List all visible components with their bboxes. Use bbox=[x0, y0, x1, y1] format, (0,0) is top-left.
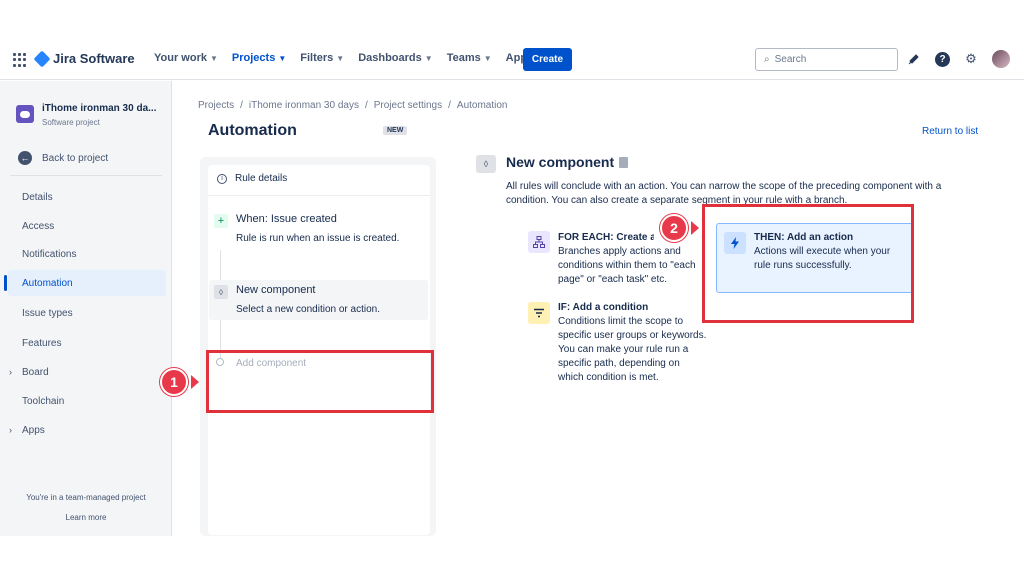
breadcrumb-separator: / bbox=[240, 100, 243, 111]
step-arrow-2 bbox=[691, 221, 699, 235]
sidebar-item-details[interactable]: Details bbox=[8, 184, 166, 210]
sidebar-item-label: Issue types bbox=[22, 307, 73, 319]
sidebar-item-apps[interactable]: › Apps bbox=[8, 417, 166, 443]
component-icon: ◊ bbox=[214, 285, 228, 299]
sidebar-item-label: Automation bbox=[22, 277, 73, 289]
branch-icon bbox=[528, 231, 550, 253]
jira-logo-icon bbox=[33, 50, 51, 67]
nav-label: Dashboards bbox=[358, 52, 422, 64]
notifications-icon[interactable] bbox=[906, 51, 922, 67]
breadcrumb-automation[interactable]: Automation bbox=[457, 100, 508, 111]
nav-dashboards[interactable]: Dashboards ▼ bbox=[358, 52, 433, 64]
product-name: Jira Software bbox=[53, 51, 135, 66]
sidebar-item-label: Notifications bbox=[22, 248, 77, 260]
trigger-title[interactable]: When: Issue created bbox=[236, 213, 337, 225]
new-badge: NEW bbox=[383, 126, 408, 135]
chevron-down-icon: ▼ bbox=[424, 53, 433, 63]
back-label: Back to project bbox=[42, 152, 109, 164]
jira-logo[interactable]: Jira Software bbox=[33, 50, 135, 67]
sidebar-item-features[interactable]: Features bbox=[8, 330, 166, 356]
sidebar-item-label: Details bbox=[22, 191, 53, 203]
highlight-box-then-action bbox=[702, 204, 914, 323]
step-badge-2: 2 bbox=[660, 214, 688, 242]
top-right-icons: ? ⚙ bbox=[906, 50, 1010, 68]
rule-details-divider bbox=[208, 195, 430, 196]
breadcrumb-projects[interactable]: Projects bbox=[198, 100, 234, 111]
chevron-down-icon: ▼ bbox=[278, 53, 287, 63]
if-option-title[interactable]: IF: Add a condition bbox=[558, 302, 648, 313]
sidebar-item-issue-types[interactable]: Issue types bbox=[8, 300, 166, 326]
sidebar-item-board[interactable]: › Board bbox=[8, 359, 166, 385]
sidebar-item-label: Toolchain bbox=[22, 395, 65, 407]
breadcrumb-project[interactable]: iThome ironman 30 days bbox=[249, 100, 359, 111]
back-to-project-link[interactable]: ← Back to project bbox=[18, 151, 108, 165]
team-managed-note: You're in a team-managed project bbox=[26, 493, 146, 502]
sidebar-item-notifications[interactable]: Notifications bbox=[8, 241, 166, 267]
project-type: Software project bbox=[42, 118, 100, 127]
breadcrumb-separator: / bbox=[448, 100, 451, 111]
search-icon: ⌕ bbox=[764, 54, 770, 65]
chevron-right-icon: › bbox=[9, 425, 12, 435]
sidebar-item-access[interactable]: Access bbox=[8, 213, 166, 239]
new-component-title: New component bbox=[236, 284, 316, 296]
nav-teams[interactable]: Teams ▼ bbox=[447, 52, 492, 64]
rule-details-button[interactable]: i Rule details bbox=[217, 173, 287, 184]
breadcrumb-settings[interactable]: Project settings bbox=[374, 100, 442, 111]
app-switcher-icon[interactable] bbox=[13, 53, 27, 67]
nav-label: Projects bbox=[231, 52, 276, 64]
chevron-down-icon: ▼ bbox=[209, 53, 218, 63]
chevron-down-icon: ▼ bbox=[483, 53, 492, 63]
nav-projects[interactable]: Projects ▼ bbox=[232, 52, 286, 64]
user-avatar[interactable] bbox=[992, 50, 1010, 68]
step-arrow-1 bbox=[191, 375, 199, 389]
chevron-right-icon: › bbox=[9, 367, 12, 377]
project-name[interactable]: iThome ironman 30 da... bbox=[42, 103, 162, 114]
nav-your-work[interactable]: Your work ▼ bbox=[154, 52, 218, 64]
learn-more-link[interactable]: Learn more bbox=[0, 513, 172, 522]
settings-gear-icon[interactable]: ⚙ bbox=[963, 51, 979, 67]
help-icon[interactable]: ? bbox=[935, 51, 950, 67]
foreach-option-description: Branches apply actions and conditions wi… bbox=[558, 246, 696, 285]
sidebar-item-automation[interactable]: Automation bbox=[4, 270, 166, 296]
trigger-description: Rule is run when an issue is created. bbox=[236, 233, 400, 244]
sidebar-item-label: Features bbox=[22, 337, 62, 349]
page-title: Automation bbox=[208, 122, 297, 139]
sidebar-item-label: Board bbox=[22, 366, 49, 378]
create-button[interactable]: Create bbox=[523, 48, 572, 71]
trash-icon[interactable] bbox=[619, 157, 628, 168]
nav-filters[interactable]: Filters ▼ bbox=[300, 52, 344, 64]
search-placeholder: Search bbox=[774, 54, 807, 65]
return-to-list-link[interactable]: Return to list bbox=[922, 126, 978, 137]
project-avatar-icon bbox=[16, 105, 34, 123]
search-input[interactable]: ⌕ Search bbox=[755, 48, 898, 71]
nav-label: Your work bbox=[154, 52, 207, 64]
primary-nav: Your work ▼ Projects ▼ Filters ▼ Dashboards… bbox=[154, 52, 544, 64]
sidebar-item-toolchain[interactable]: Toolchain bbox=[8, 388, 166, 414]
highlight-box-add-component bbox=[206, 350, 434, 413]
component-panel-title: New component bbox=[506, 154, 615, 170]
chevron-down-icon: ▼ bbox=[336, 53, 345, 63]
breadcrumb-separator: / bbox=[364, 100, 368, 111]
info-icon: i bbox=[217, 173, 227, 184]
sidebar-item-label: Access bbox=[22, 220, 55, 232]
sidebar-item-label: Apps bbox=[22, 424, 45, 436]
if-option-description: Conditions limit the scope to specific u… bbox=[558, 316, 707, 383]
plus-icon: + bbox=[214, 214, 228, 228]
filter-icon bbox=[528, 302, 550, 324]
nav-label: Teams bbox=[446, 52, 481, 64]
step-badge-1: 1 bbox=[160, 368, 188, 396]
rule-details-label: Rule details bbox=[235, 173, 288, 184]
sidebar-divider bbox=[10, 175, 162, 176]
foreach-option-title[interactable]: FOR EACH: Create a branch bbox=[558, 232, 654, 243]
breadcrumb: Projects / iThome ironman 30 days / Projec… bbox=[198, 100, 508, 111]
new-component-description: Select a new condition or action. bbox=[236, 304, 380, 315]
arrow-left-icon: ← bbox=[18, 151, 32, 165]
component-icon: ◊ bbox=[476, 155, 496, 173]
nav-label: Filters bbox=[300, 52, 334, 64]
